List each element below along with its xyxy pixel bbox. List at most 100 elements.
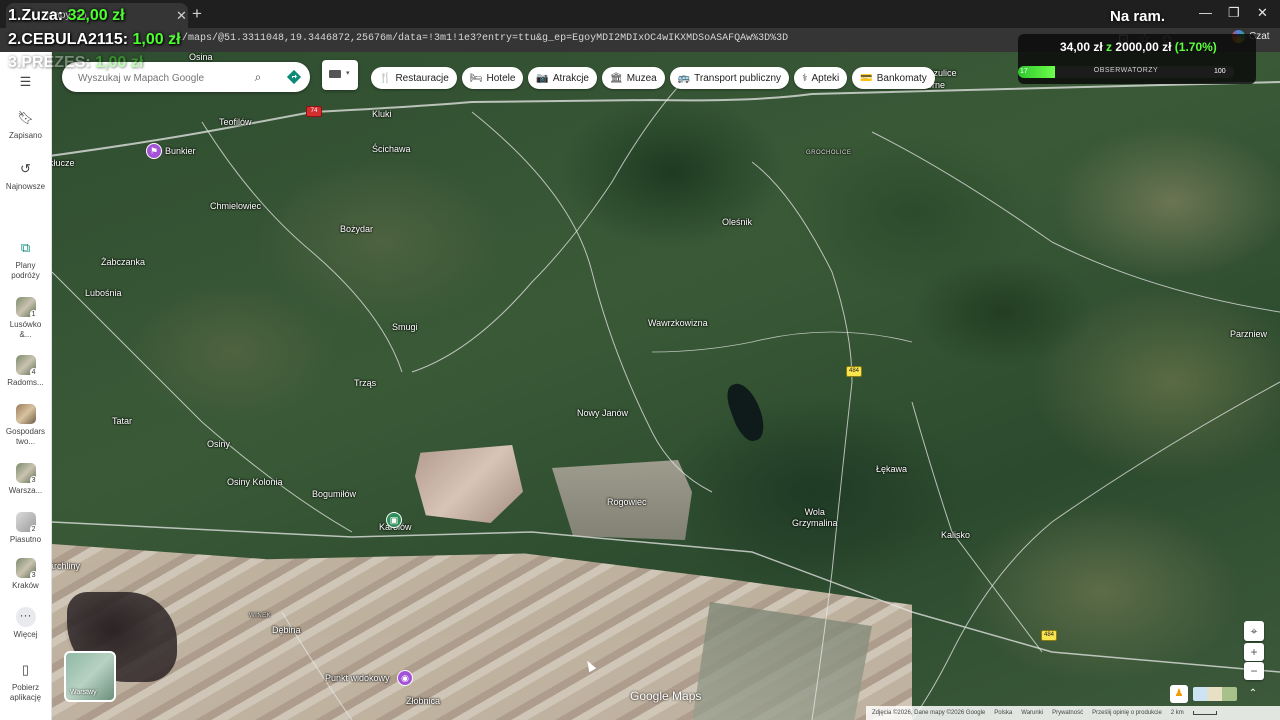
place-label[interactable]: Osiny	[207, 439, 230, 449]
sidebar-item-saved[interactable]: 🔖︎ Zapisano	[0, 108, 51, 141]
sidebar-item-recent-place[interactable]: Gospodarstwo...	[0, 404, 51, 447]
sidebar-item-recent-place[interactable]: 3 Warsza...	[0, 463, 51, 496]
chip-hotels[interactable]: 🛏 Hotele	[461, 67, 524, 89]
place-thumbnail: 1	[15, 297, 38, 319]
camera-icon: 📷	[536, 72, 549, 84]
poi-label[interactable]: Bunkier	[165, 146, 196, 156]
place-label[interactable]: Teofilów	[219, 117, 252, 127]
place-label[interactable]: Nowy Janów	[577, 408, 628, 418]
place-label[interactable]: Punkt widokowy	[325, 673, 390, 683]
sidebar-item-label: Pobierz aplikację	[9, 683, 42, 702]
layers-button[interactable]: Warstwy	[64, 651, 116, 702]
map-canvas[interactable]: Osina Zdzieszulice Górne Teofilów Kluki …	[52, 52, 1280, 720]
close-tab-icon[interactable]: ✕	[176, 9, 187, 22]
chip-restaurants[interactable]: 🍴 Restauracje	[371, 67, 457, 89]
place-label[interactable]: Kluki	[372, 109, 392, 119]
place-label[interactable]: Złobnica	[406, 696, 440, 706]
window-close-icon[interactable]: ✕	[1257, 6, 1268, 19]
place-label[interactable]: Bożydar	[340, 224, 373, 234]
place-label[interactable]: Dębina	[272, 625, 301, 635]
chip-atms[interactable]: 💳 Bankomaty	[852, 67, 935, 89]
chip-transit[interactable]: 🚌 Transport publiczny	[669, 67, 790, 89]
minimize-icon[interactable]: —	[1199, 6, 1212, 19]
place-label[interactable]: Bogumiłów	[312, 489, 356, 499]
chip-label: Atrakcje	[552, 72, 589, 84]
sidebar-item-recent-place[interactable]: 4 Radoms...	[0, 355, 51, 388]
donor-name: 3.PREZES:	[8, 54, 91, 71]
chip-pharmacies[interactable]: ⚕ Apteki	[794, 67, 848, 89]
sidebar-item-recent-place[interactable]: 3 Kraków	[0, 558, 51, 591]
chip-label: Apteki	[811, 72, 840, 84]
tab-strip: Mapy Go ✕ + — ❐ ✕	[0, 0, 1280, 28]
place-label[interactable]: Oleśnik	[722, 217, 752, 227]
sidebar-item-label: Gospodarstwo...	[5, 427, 46, 446]
my-location-button[interactable]: ⌖	[1244, 621, 1264, 641]
sidebar-item-trips[interactable]: ⧉ Plany podróży	[0, 238, 51, 281]
zoom-out-button[interactable]: −	[1244, 662, 1264, 680]
crosshair-icon: ⌖	[1250, 624, 1258, 638]
map-footer: Zdjęcia ©2026, Dane mapy ©2026 Google Po…	[866, 706, 1280, 720]
place-thumbnail: 3	[15, 558, 38, 580]
place-label[interactable]: Osiny Kolonia	[227, 477, 283, 487]
place-label[interactable]: Łękawa	[876, 464, 907, 474]
place-label[interactable]: archliny	[52, 561, 80, 571]
expand-icon[interactable]: ⌃	[1244, 685, 1262, 703]
sidebar-item-label: Plany podróży	[11, 261, 40, 280]
goal-percent: (1.70%)	[1174, 40, 1217, 54]
zoom-in-button[interactable]: +	[1244, 643, 1264, 661]
place-label[interactable]: kłucze	[52, 158, 75, 168]
sidebar-item-recent-place[interactable]: 2 Piasutno	[0, 512, 51, 545]
road-number-shield: 74	[306, 106, 322, 117]
place-label[interactable]: Wawrzkowizna	[648, 318, 708, 328]
goal-current: 34,00 zł	[1060, 40, 1103, 54]
footer-link-country[interactable]: Polska	[994, 710, 1012, 716]
new-tab-icon[interactable]: +	[192, 5, 202, 22]
footer-link-terms[interactable]: Warunki	[1021, 710, 1043, 716]
place-label[interactable]: Wola Grzymalina	[792, 507, 838, 529]
place-label[interactable]: Trząs	[354, 378, 376, 388]
sidebar-item-label: Piasutno	[9, 535, 42, 544]
place-label[interactable]: Żabczanka	[101, 257, 145, 267]
place-label[interactable]: Tatar	[112, 416, 132, 426]
footer-link-privacy[interactable]: Prywatność	[1052, 710, 1083, 716]
more-icon: ···	[15, 607, 36, 627]
map-type-previews[interactable]	[1193, 687, 1237, 701]
menu-button[interactable]: ☰	[0, 72, 51, 95]
place-label[interactable]: Lubośnia	[85, 288, 122, 298]
stream-title: Na ram.	[1110, 8, 1166, 25]
url-text[interactable]: pl/maps/@51.3311048,19.3446872,25676m/da…	[170, 33, 788, 44]
sidebar-item-label: Lusówko &...	[9, 320, 42, 339]
sidebar-item-recent-place[interactable]: 1 Lusówko &...	[0, 297, 51, 340]
category-chips: 🍴 Restauracje 🛏 Hotele 📷 Atrakcje 🏛 Muzea 🚌 T…	[371, 67, 935, 89]
sidebar-item-get-app[interactable]: ▯ Pobierz aplikację	[0, 660, 51, 703]
street-view-pegman-icon[interactable]: ♟	[1170, 685, 1188, 703]
hamburger-menu-icon[interactable]: ☰	[16, 72, 36, 92]
chip-attractions[interactable]: 📷 Atrakcje	[528, 67, 597, 89]
sidebar-item-label: Kraków	[12, 581, 39, 590]
place-label[interactable]: Ścichawa	[372, 144, 411, 154]
place-label[interactable]: Parzniew	[1230, 329, 1267, 339]
place-label[interactable]: GROCHOLICE	[806, 150, 851, 156]
place-label[interactable]: Rogowiec	[607, 497, 647, 507]
place-label[interactable]: Kalisko	[941, 530, 970, 540]
place-label[interactable]: WINEK	[249, 613, 271, 619]
place-label[interactable]: Smugi	[392, 322, 418, 332]
phone-icon: ▯	[21, 662, 30, 677]
bus-icon: 🚌	[677, 72, 691, 84]
transit-pin-icon[interactable]: ▣	[386, 512, 402, 528]
donor-rank-3: 3.PREZES: 1,00 zł	[8, 54, 143, 72]
museum-pin-icon[interactable]: ⚑	[146, 143, 162, 159]
sidebar-item-more[interactable]: ··· Więcej	[0, 607, 51, 640]
place-label[interactable]: Chmielowiec	[210, 201, 261, 211]
sidebar-item-recent[interactable]: ↺ Najnowsze	[0, 159, 51, 192]
place-label[interactable]: Osina	[189, 52, 213, 62]
goal-connector: z	[1106, 40, 1113, 54]
chip-museums[interactable]: 🏛 Muzea	[602, 67, 665, 89]
directions-icon[interactable]	[286, 69, 302, 85]
search-icon[interactable]: ⌕	[250, 69, 266, 85]
restore-icon[interactable]: ❐	[1228, 6, 1240, 19]
viewpoint-pin-icon[interactable]: ◉	[397, 670, 413, 686]
footer-link-feedback[interactable]: Prześlij opinię o produkcie	[1092, 710, 1162, 716]
input-tools-button[interactable]: ▾	[322, 60, 358, 90]
history-icon: ↺	[20, 161, 31, 176]
